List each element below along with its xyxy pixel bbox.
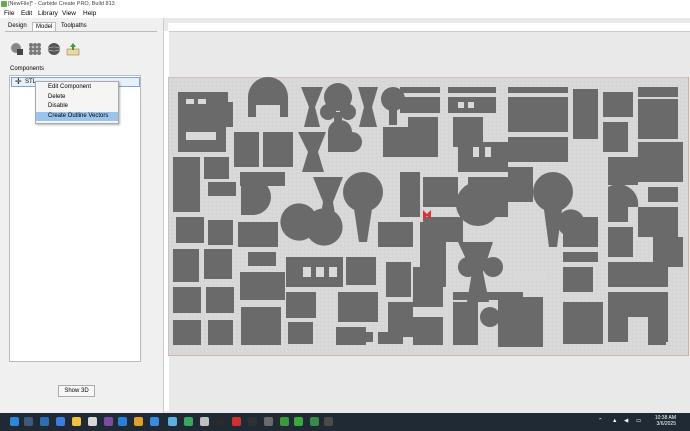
app-icon-3[interactable] bbox=[200, 417, 209, 426]
move-icon: ✛ bbox=[15, 77, 22, 86]
battery-icon[interactable]: ▭ bbox=[636, 418, 641, 424]
menu-item-disable[interactable]: Disable bbox=[36, 102, 118, 111]
app-icon-6[interactable] bbox=[248, 417, 257, 426]
menu-item-label: Disable bbox=[48, 103, 69, 109]
app-icon-9[interactable] bbox=[310, 417, 319, 426]
store-icon[interactable] bbox=[118, 417, 127, 426]
tray-chevron-icon[interactable]: ⌃ bbox=[598, 418, 603, 424]
app-icon-8[interactable] bbox=[280, 417, 289, 426]
app-icon-2[interactable] bbox=[184, 417, 193, 426]
import-icon[interactable] bbox=[66, 42, 80, 56]
app-icon-5[interactable] bbox=[232, 417, 241, 426]
menu-item-label: Delete bbox=[48, 94, 66, 100]
texture-icon[interactable] bbox=[28, 42, 42, 56]
menu-item-label: Create Outline Vectors bbox=[48, 113, 109, 119]
edge-icon[interactable] bbox=[56, 417, 65, 426]
app-icon-1[interactable] bbox=[168, 417, 177, 426]
menu-file[interactable]: File bbox=[4, 10, 14, 17]
left-panel: Design Model Toolpaths Components ✛ STL … bbox=[0, 18, 164, 413]
tab-design[interactable]: Design bbox=[5, 22, 30, 30]
tab-toolpaths[interactable]: Toolpaths bbox=[58, 22, 90, 30]
menu-item-edit-component[interactable]: Edit Component bbox=[36, 83, 118, 92]
tab-model[interactable]: Model bbox=[32, 22, 57, 31]
taskbar: ⌃ ▲ ◀ ▭ 10:38 AM 3/6/2025 bbox=[0, 413, 690, 431]
ruler-top bbox=[168, 23, 690, 32]
menu-item-delete[interactable]: Delete bbox=[36, 93, 118, 102]
menu-library[interactable]: Library bbox=[38, 10, 58, 17]
app-icon-10[interactable] bbox=[324, 417, 333, 426]
sphere-icon[interactable] bbox=[47, 42, 61, 56]
menu-item-label: Edit Component bbox=[48, 84, 92, 90]
menu-edit[interactable]: Edit bbox=[21, 10, 32, 17]
tab-divider bbox=[5, 31, 157, 32]
menu-view[interactable]: View bbox=[62, 10, 76, 17]
menu-item-create-outline-vectors[interactable]: Create Outline Vectors bbox=[36, 112, 118, 121]
clock[interactable]: 10:38 AM 3/6/2025 bbox=[655, 415, 676, 427]
menu-bar: File Edit Library View Help bbox=[0, 9, 690, 18]
app-icon bbox=[1, 1, 7, 7]
discord-icon[interactable] bbox=[104, 417, 113, 426]
chrome-icon[interactable] bbox=[134, 417, 143, 426]
vscode-icon[interactable] bbox=[150, 417, 159, 426]
volume-icon[interactable]: ◀ bbox=[624, 418, 628, 424]
menu-help[interactable]: Help bbox=[83, 10, 96, 17]
window-title: [NewFile]* - Carbide Create PRO, Build 8… bbox=[8, 1, 115, 7]
components-label: Components bbox=[10, 66, 45, 72]
title-bar: [NewFile]* - Carbide Create PRO, Build 8… bbox=[0, 0, 690, 9]
clock-date: 3/6/2025 bbox=[656, 421, 676, 427]
show-3d-button[interactable]: Show 3D bbox=[58, 385, 95, 397]
task-view-icon[interactable] bbox=[40, 417, 49, 426]
network-icon[interactable]: ▲ bbox=[612, 418, 617, 424]
terminal-icon[interactable] bbox=[88, 417, 97, 426]
app-icon-4[interactable] bbox=[216, 417, 225, 426]
windows-start-icon[interactable] bbox=[10, 417, 19, 426]
add-model-icon[interactable] bbox=[10, 42, 24, 56]
carbide-create-taskbar-icon[interactable] bbox=[294, 417, 303, 426]
file-explorer-icon[interactable] bbox=[72, 417, 81, 426]
context-menu: Edit Component Delete Disable Create Out… bbox=[35, 81, 119, 124]
search-icon[interactable] bbox=[24, 417, 33, 426]
stl-model-preview[interactable] bbox=[168, 77, 689, 356]
app-icon-7[interactable] bbox=[264, 417, 273, 426]
